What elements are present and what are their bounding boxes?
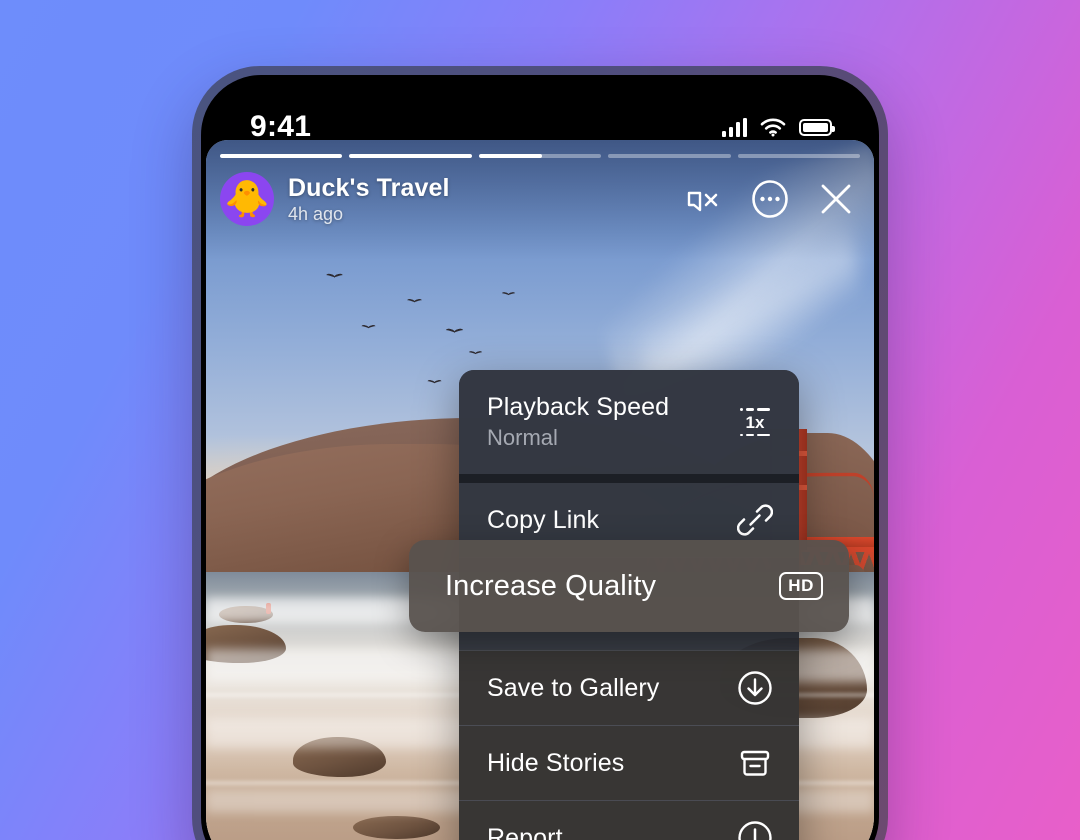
menu-item-sublabel: Normal: [487, 425, 558, 450]
menu-item-label: Copy Link: [487, 505, 600, 534]
avatar[interactable]: 🐥: [220, 172, 274, 226]
story-media[interactable]: 🐥 Duck's Travel 4h ago Playback Speed No…: [206, 140, 874, 840]
menu-item-label: Hide Stories: [487, 748, 625, 777]
menu-item-hide-stories[interactable]: Hide Stories: [459, 726, 799, 800]
playback-speed-value: 1x: [745, 412, 765, 432]
bird-icon: [446, 326, 464, 333]
menu-item-increase-quality[interactable]: Increase Quality HD: [409, 540, 849, 632]
status-bar: 9:41: [206, 80, 874, 158]
battery-full-icon: [799, 118, 835, 136]
author-info: Duck's Travel 4h ago: [288, 174, 684, 225]
menu-item-playback-speed[interactable]: Playback Speed Normal 1x: [459, 370, 799, 474]
author-name: Duck's Travel: [288, 173, 450, 202]
avatar-emoji: 🐥: [224, 178, 270, 219]
speaker-mute-icon: [687, 191, 718, 212]
menu-item-label: Report: [487, 823, 563, 840]
story-header: 🐥 Duck's Travel 4h ago: [206, 168, 874, 230]
menu-item-label: Playback Speed: [487, 393, 670, 421]
link-icon: [735, 500, 775, 540]
status-time: 9:41: [250, 110, 312, 143]
cellular-bars-icon: [721, 117, 747, 137]
rock: [352, 815, 440, 840]
more-options-button[interactable]: [750, 179, 790, 219]
story-timestamp: 4h ago: [288, 203, 344, 224]
menu-item-save-to-gallery[interactable]: Save to Gallery: [459, 651, 799, 725]
playback-speed-text: Playback Speed Normal: [487, 393, 735, 451]
bird-icon: [502, 291, 516, 297]
story-header-actions: [684, 179, 856, 219]
status-indicators: [721, 117, 835, 137]
playback-speed-icon: 1x: [735, 402, 775, 442]
bird-icon: [407, 298, 422, 304]
phone-screen: 🐥 Duck's Travel 4h ago Playback Speed No…: [206, 80, 874, 840]
menu-item-report[interactable]: Report: [459, 801, 799, 840]
bird-icon: [428, 378, 442, 384]
menu-item-label: Increase Quality: [445, 569, 657, 602]
archive-box-icon: [735, 743, 775, 783]
download-circle-icon: [735, 668, 775, 708]
menu-section-divider: [459, 474, 799, 483]
close-button[interactable]: [816, 179, 856, 219]
mute-button[interactable]: [684, 179, 724, 219]
hd-badge-icon: HD: [779, 572, 823, 600]
bird-icon: [468, 349, 482, 355]
close-icon: [821, 184, 851, 214]
bird-icon: [361, 324, 375, 330]
bird-icon: [326, 272, 343, 279]
exclamation-circle-icon: [735, 818, 775, 840]
ellipsis-circle-icon: [752, 180, 788, 218]
menu-item-label: Save to Gallery: [487, 673, 660, 702]
wifi-icon: [760, 118, 786, 137]
phone-frame: 🐥 Duck's Travel 4h ago Playback Speed No…: [192, 66, 888, 840]
phone-body: 🐥 Duck's Travel 4h ago Playback Speed No…: [201, 75, 879, 840]
